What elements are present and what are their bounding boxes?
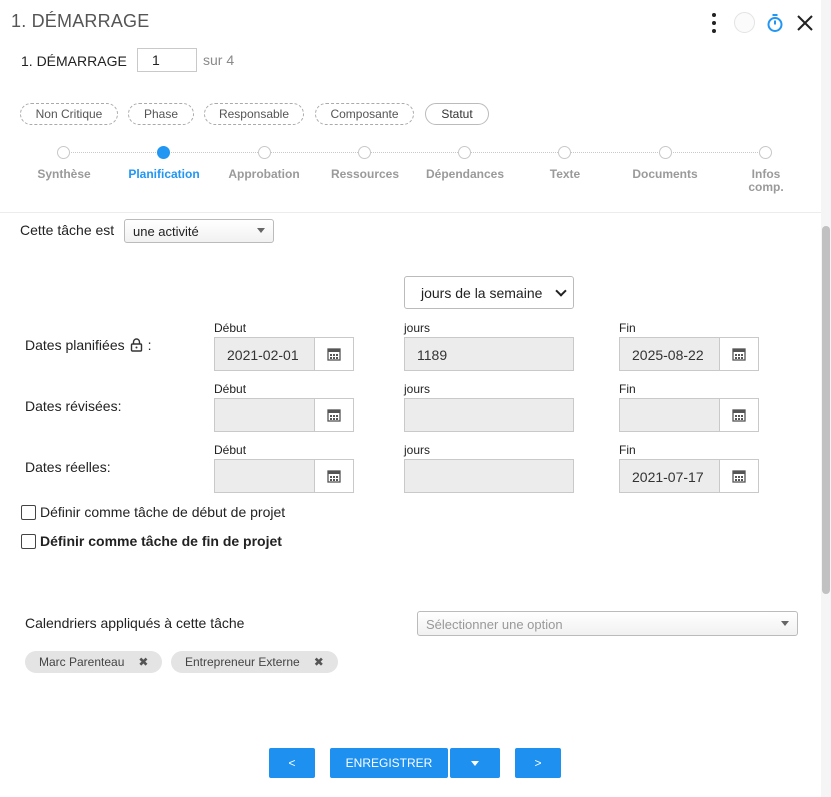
planned-dates-text: Dates planifiées bbox=[25, 337, 125, 353]
step-documents[interactable]: Documents bbox=[615, 168, 715, 181]
step-dot-documents[interactable] bbox=[659, 146, 672, 159]
task-type-select[interactable]: une activité bbox=[124, 219, 274, 243]
calendar-icon[interactable] bbox=[314, 398, 354, 432]
step-dependances[interactable]: Dépendances bbox=[415, 168, 515, 181]
tag-label: Entrepreneur Externe bbox=[185, 655, 300, 669]
caret-down-icon bbox=[471, 760, 479, 766]
revised-days-input[interactable] bbox=[404, 398, 574, 432]
planned-days-input[interactable]: 1189 bbox=[404, 337, 574, 371]
col-start-label: Début bbox=[214, 321, 247, 335]
caret-down-icon bbox=[257, 228, 265, 233]
actual-end-input[interactable]: 2021-07-17 bbox=[619, 459, 720, 493]
section-divider bbox=[0, 212, 821, 213]
calendar-icon[interactable] bbox=[314, 459, 354, 493]
calendar-icon[interactable] bbox=[314, 337, 354, 371]
step-planification[interactable]: Planification bbox=[114, 168, 214, 181]
step-infos-comp-label: Infos comp. bbox=[748, 167, 784, 194]
col-days-label: jours bbox=[404, 321, 431, 335]
planned-start-input[interactable]: 2021-02-01 bbox=[214, 337, 315, 371]
end-task-label: Définir comme tâche de fin de projet bbox=[40, 533, 282, 549]
step-dot-infos[interactable] bbox=[759, 146, 772, 159]
day-mode-value: jours de la semaine bbox=[421, 285, 543, 301]
save-options-button[interactable] bbox=[450, 748, 500, 778]
phase-number-input[interactable] bbox=[137, 48, 197, 72]
chip-statut[interactable]: Statut bbox=[425, 103, 489, 125]
calendars-select[interactable]: Sélectionner une option bbox=[417, 611, 798, 636]
tag-marc-parenteau: Marc Parenteau ✖ bbox=[25, 651, 163, 673]
timer-icon[interactable] bbox=[764, 12, 786, 34]
chip-responsable[interactable]: Responsable bbox=[204, 103, 304, 125]
status-circle-icon[interactable] bbox=[734, 12, 755, 33]
start-task-checkbox[interactable] bbox=[21, 505, 36, 520]
kebab-menu-icon[interactable] bbox=[703, 12, 725, 34]
col-days-label: jours bbox=[404, 443, 431, 457]
calendar-icon[interactable] bbox=[719, 337, 759, 371]
actual-start-input[interactable] bbox=[214, 459, 315, 493]
calendar-icon[interactable] bbox=[719, 398, 759, 432]
revised-dates-label: Dates révisées: bbox=[25, 398, 122, 414]
step-dot-planification[interactable] bbox=[157, 146, 170, 159]
step-dot-dependances[interactable] bbox=[458, 146, 471, 159]
phase-total-text: sur 4 bbox=[203, 52, 235, 68]
col-days-label: jours bbox=[404, 382, 431, 396]
close-icon[interactable] bbox=[794, 12, 816, 34]
next-button[interactable]: > bbox=[515, 748, 561, 778]
remove-x-icon[interactable]: ✖ bbox=[314, 655, 324, 669]
chip-non-critique[interactable]: Non Critique bbox=[20, 103, 118, 125]
chip-composante[interactable]: Composante bbox=[315, 103, 414, 125]
chip-phase[interactable]: Phase bbox=[128, 103, 194, 125]
revised-end-input[interactable] bbox=[619, 398, 720, 432]
calendars-label: Calendriers appliqués à cette tâche bbox=[25, 615, 245, 631]
chevron-down-icon bbox=[555, 285, 567, 297]
planned-end-input[interactable]: 2025-08-22 bbox=[619, 337, 720, 371]
dialog-title: 1. DÉMARRAGE bbox=[11, 11, 150, 31]
task-type-value: une activité bbox=[133, 224, 199, 239]
actual-days-input[interactable] bbox=[404, 459, 574, 493]
col-start-label: Début bbox=[214, 382, 247, 396]
end-task-checkbox[interactable] bbox=[21, 534, 36, 549]
scrollbar-thumb[interactable] bbox=[822, 226, 830, 594]
day-mode-select[interactable]: jours de la semaine bbox=[404, 276, 574, 309]
step-synthese[interactable]: Synthèse bbox=[14, 168, 114, 181]
calendars-placeholder: Sélectionner une option bbox=[426, 617, 563, 632]
step-dot-synthese[interactable] bbox=[57, 146, 70, 159]
col-end-label: Fin bbox=[619, 443, 636, 457]
prev-button[interactable]: < bbox=[269, 748, 315, 778]
tag-entrepreneur-externe: Entrepreneur Externe ✖ bbox=[171, 651, 338, 673]
planned-dates-colon: : bbox=[147, 337, 152, 353]
step-ressources[interactable]: Ressources bbox=[315, 168, 415, 181]
col-end-label: Fin bbox=[619, 321, 636, 335]
lock-icon[interactable] bbox=[130, 338, 143, 352]
tag-label: Marc Parenteau bbox=[39, 655, 125, 669]
step-texte[interactable]: Texte bbox=[515, 168, 615, 181]
actual-dates-label: Dates réelles: bbox=[25, 459, 111, 475]
step-dot-approbation[interactable] bbox=[258, 146, 271, 159]
planned-dates-label: Dates planifiées : bbox=[25, 337, 152, 353]
caret-down-icon bbox=[781, 621, 789, 626]
calendar-icon[interactable] bbox=[719, 459, 759, 493]
step-approbation[interactable]: Approbation bbox=[214, 168, 314, 181]
remove-x-icon[interactable]: ✖ bbox=[138, 655, 148, 669]
phase-label: 1. DÉMARRAGE bbox=[21, 53, 127, 69]
start-task-label: Définir comme tâche de début de projet bbox=[40, 504, 286, 520]
step-dot-texte[interactable] bbox=[558, 146, 571, 159]
step-dot-ressources[interactable] bbox=[358, 146, 371, 159]
revised-start-input[interactable] bbox=[214, 398, 315, 432]
task-type-label: Cette tâche est bbox=[20, 222, 115, 238]
col-end-label: Fin bbox=[619, 382, 636, 396]
step-infos-comp[interactable]: Infos comp. bbox=[716, 168, 816, 194]
save-button[interactable]: ENREGISTRER bbox=[330, 748, 448, 778]
col-start-label: Début bbox=[214, 443, 247, 457]
